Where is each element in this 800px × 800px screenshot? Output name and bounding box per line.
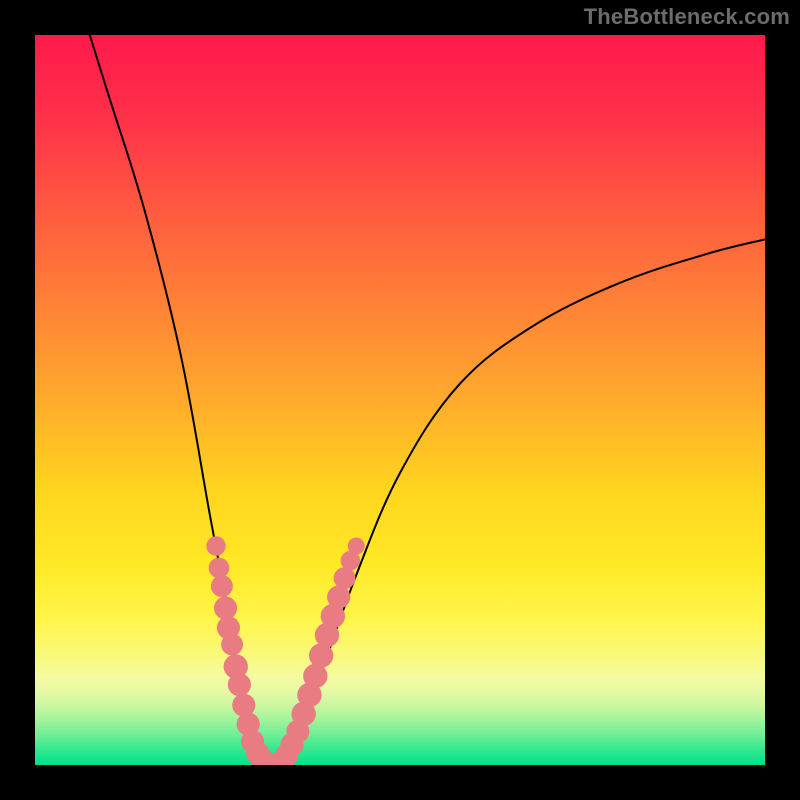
plot-area bbox=[35, 35, 765, 765]
plot-svg bbox=[35, 35, 765, 765]
marker-dot bbox=[309, 643, 333, 667]
curve-markers bbox=[206, 536, 364, 765]
bottleneck-curve bbox=[72, 35, 766, 765]
marker-dot bbox=[206, 536, 225, 555]
marker-dot bbox=[209, 558, 230, 579]
watermark-text: TheBottleneck.com bbox=[584, 4, 790, 30]
marker-dot bbox=[214, 596, 237, 619]
chart-stage: TheBottleneck.com bbox=[0, 0, 800, 800]
marker-dot bbox=[303, 664, 327, 688]
marker-dot bbox=[221, 634, 243, 656]
marker-dot bbox=[211, 575, 233, 597]
marker-dot bbox=[327, 586, 350, 609]
marker-dot bbox=[348, 538, 365, 555]
marker-dot bbox=[228, 673, 251, 696]
marker-dot bbox=[334, 567, 356, 589]
